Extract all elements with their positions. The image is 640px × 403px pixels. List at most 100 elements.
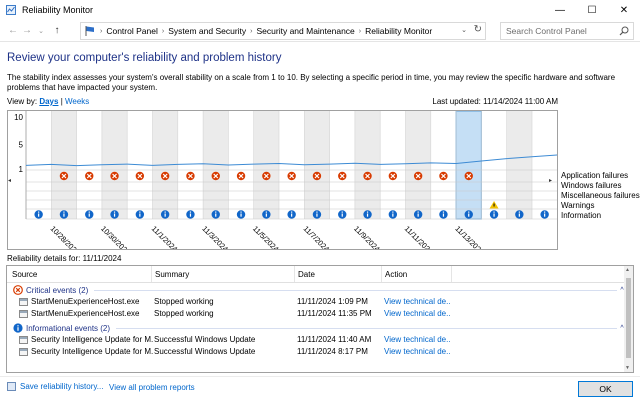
reliability-chart-svg[interactable]: 10 5 1 10/28/2024 10/30/2024 11/1/2024 11/3/20… xyxy=(8,111,558,250)
x-tick-label: 11/11/2024 xyxy=(403,224,435,250)
row-source: StartMenuExperienceHost.exe xyxy=(31,309,140,318)
information-icon-stem xyxy=(493,213,495,217)
information-icon-stem xyxy=(341,213,343,217)
information-icon-dot xyxy=(366,211,369,213)
x-tick-label: 10/28/2024 xyxy=(49,224,82,250)
x-tick-label: 11/1/2024 xyxy=(150,224,180,250)
table-row[interactable]: StartMenuExperienceHost.exe Stopped work… xyxy=(7,308,627,320)
breadcrumb-separator: › xyxy=(100,27,103,35)
column-divider[interactable] xyxy=(381,266,382,282)
column-summary[interactable]: Summary xyxy=(155,270,189,279)
label-miscellaneous-failures: Miscellaneous failures xyxy=(561,191,640,200)
refresh-button[interactable]: ↻ xyxy=(474,24,482,35)
label-warnings: Warnings xyxy=(561,201,595,210)
breadcrumb-security-and-maintenance[interactable]: Security and Maintenance xyxy=(257,26,355,36)
view-by-days-link[interactable]: Days xyxy=(39,97,58,106)
information-icon-stem xyxy=(38,213,40,217)
forward-button[interactable]: → xyxy=(20,22,34,40)
group-divider xyxy=(116,327,617,329)
information-icon-stem xyxy=(88,213,90,217)
table-row[interactable]: Security Intelligence Update for M... Su… xyxy=(7,334,627,346)
scroll-down-icon[interactable]: ▼ xyxy=(625,365,630,371)
search-input[interactable] xyxy=(506,26,616,36)
save-reliability-history[interactable]: Save reliability history... xyxy=(7,382,103,391)
column-divider[interactable] xyxy=(451,266,452,282)
information-icon-stem xyxy=(215,213,217,217)
close-button[interactable]: ✕ xyxy=(608,0,640,20)
breadcrumb-separator[interactable]: › xyxy=(162,28,164,35)
column-date[interactable]: Date xyxy=(298,270,315,279)
scrollbar-thumb[interactable] xyxy=(626,278,631,358)
search-box[interactable] xyxy=(500,22,634,40)
application-icon xyxy=(19,298,28,306)
information-icon-stem xyxy=(164,213,166,217)
search-icon[interactable] xyxy=(619,26,629,38)
reliability-monitor-icon xyxy=(6,5,16,15)
view-all-problem-reports-link[interactable]: View all problem reports xyxy=(109,383,195,392)
save-reliability-history-link[interactable]: Save reliability history... xyxy=(20,382,103,391)
information-icon-stem xyxy=(518,213,520,217)
breadcrumb-separator[interactable]: › xyxy=(250,28,252,35)
information-icon-stem xyxy=(417,213,419,217)
breadcrumb-reliability-monitor[interactable]: Reliability Monitor xyxy=(365,26,432,36)
column-source[interactable]: Source xyxy=(12,270,37,279)
details-scrollbar[interactable]: ▲ ▼ xyxy=(624,266,633,372)
information-icon-stem xyxy=(392,213,394,217)
label-windows-failures: Windows failures xyxy=(561,181,622,190)
row-source: Security Intelligence Update for M... xyxy=(31,335,153,344)
information-icon-dot xyxy=(215,211,217,213)
view-technical-details-link[interactable]: View technical de... xyxy=(384,309,450,318)
information-icon-dot xyxy=(164,211,166,213)
view-technical-details-link[interactable]: View technical de... xyxy=(384,297,450,306)
information-icon-stem xyxy=(113,213,116,217)
address-dropdown-button[interactable]: ⌄ xyxy=(461,26,467,34)
information-icon-dot xyxy=(265,211,267,213)
row-summary: Successful Windows Update xyxy=(154,347,256,356)
scroll-up-icon[interactable]: ▲ xyxy=(625,267,630,273)
application-icon xyxy=(19,310,28,318)
column-action[interactable]: Action xyxy=(385,270,407,279)
information-icon-stem xyxy=(240,213,242,217)
chart-scroll-right-icon[interactable]: ▸ xyxy=(549,177,552,184)
group-critical-events[interactable]: Critical events (2) ^ xyxy=(7,284,627,296)
reliability-details-list: Source Summary Date ^ Action Critical ev… xyxy=(6,265,634,373)
ok-button[interactable]: OK xyxy=(578,381,633,397)
table-row[interactable]: StartMenuExperienceHost.exe Stopped work… xyxy=(7,296,627,308)
critical-error-icon xyxy=(13,285,23,295)
information-icon-dot xyxy=(442,211,445,213)
back-button[interactable]: ← xyxy=(6,22,20,40)
table-row[interactable]: Security Intelligence Update for M... Su… xyxy=(7,346,627,358)
information-icon-dot xyxy=(341,211,343,213)
row-summary: Stopped working xyxy=(154,309,214,318)
breadcrumb[interactable]: › Control Panel › System and Security › … xyxy=(80,22,486,40)
row-date: 11/11/2024 1:09 PM xyxy=(297,297,368,306)
information-icon-stem xyxy=(139,213,141,217)
view-technical-details-link[interactable]: View technical de... xyxy=(384,347,450,356)
application-icon xyxy=(19,348,28,356)
information-icon-dot xyxy=(468,211,470,213)
information-icon-dot xyxy=(38,211,40,213)
label-application-failures: Application failures xyxy=(561,171,629,180)
group-informational-events[interactable]: Informational events (2) ^ xyxy=(7,322,627,334)
information-icon-stem xyxy=(189,213,192,217)
chart-scroll-left-icon[interactable]: ◂ xyxy=(8,177,11,184)
x-tick-label: 11/7/2024 xyxy=(302,224,332,250)
recent-locations-dropdown[interactable]: ⌄ xyxy=(34,22,48,40)
information-icon-stem xyxy=(265,213,267,217)
information-icon xyxy=(13,323,23,333)
up-button[interactable]: ↑ xyxy=(50,22,64,40)
view-by-weeks-link[interactable]: Weeks xyxy=(65,97,89,106)
information-icon-stem xyxy=(291,213,293,217)
information-icon-stem xyxy=(63,213,65,217)
column-divider[interactable] xyxy=(151,266,152,282)
minimize-button[interactable]: — xyxy=(544,0,576,20)
chart-shaded-column xyxy=(354,111,381,219)
maximize-button[interactable]: ☐ xyxy=(576,0,608,20)
reliability-chart[interactable]: 10 5 1 10/28/2024 10/30/2024 11/1/2024 11/3/20… xyxy=(7,110,558,250)
column-divider[interactable] xyxy=(294,266,295,282)
breadcrumb-separator[interactable]: › xyxy=(359,28,361,35)
breadcrumb-system-and-security[interactable]: System and Security xyxy=(168,26,246,36)
x-tick-label: 10/30/2024 xyxy=(99,224,132,250)
breadcrumb-control-panel[interactable]: Control Panel xyxy=(106,26,158,36)
view-technical-details-link[interactable]: View technical de... xyxy=(384,335,450,344)
